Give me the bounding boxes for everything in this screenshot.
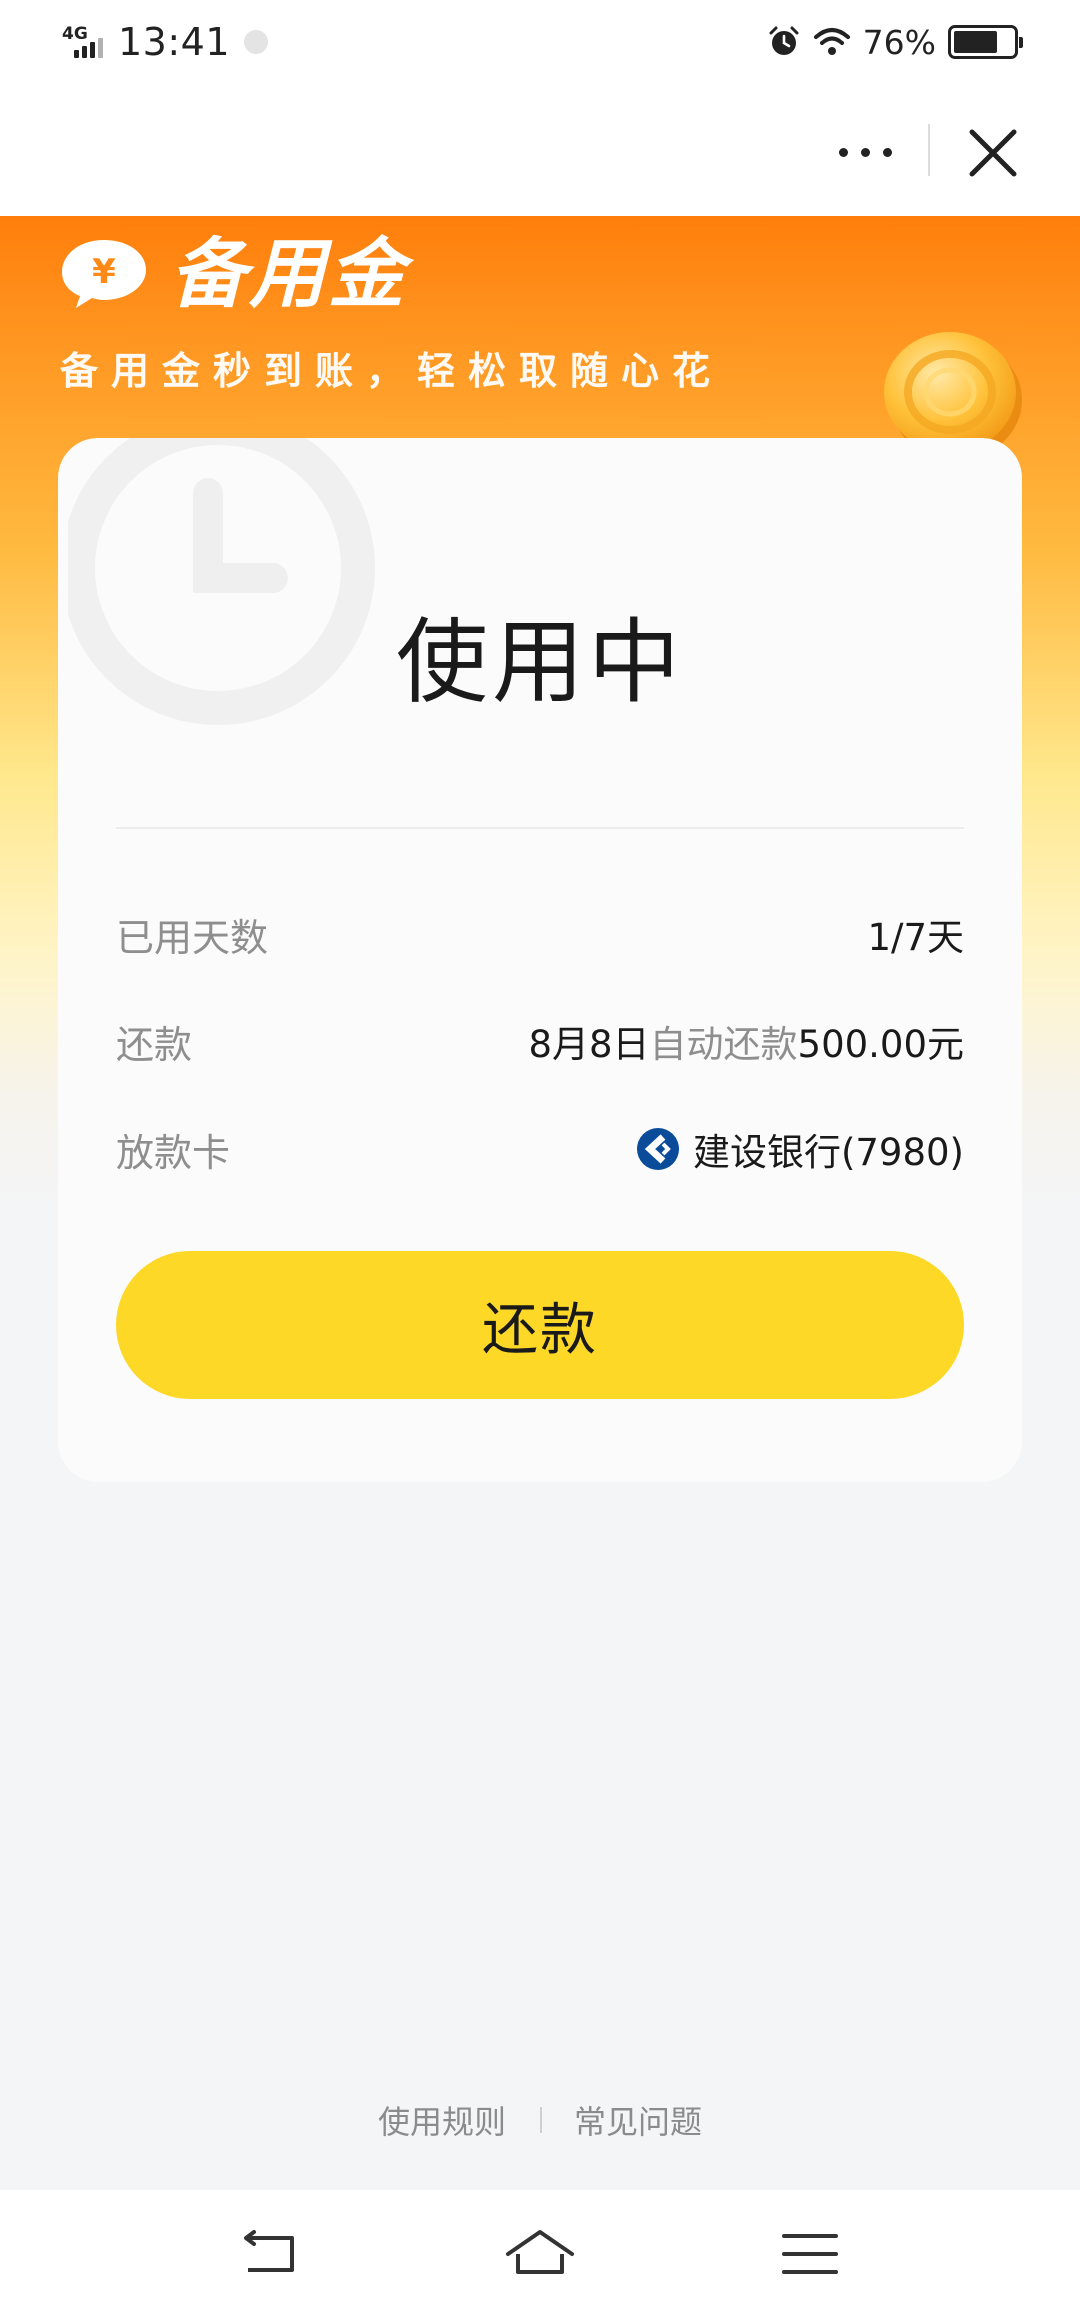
bank-card-name: 建设银行(7980): [692, 1131, 964, 1174]
close-icon[interactable]: [958, 118, 1028, 188]
card-divider: [116, 827, 964, 829]
status-bar-right: 76%: [767, 18, 1023, 66]
hero-slogan: 备用金秒到账，轻松取随心花: [60, 349, 724, 393]
more-dots-icon[interactable]: [825, 122, 905, 182]
notification-dot-icon: [244, 30, 269, 54]
used-days-row: 已用天数 1/7天: [116, 904, 964, 964]
alarm-icon: [769, 26, 799, 55]
brand-logo: ¥ 备用金: [58, 236, 407, 312]
repayment-label: 还款: [116, 1022, 193, 1067]
repay-button[interactable]: 还款: [116, 1251, 964, 1399]
repayment-amount: 500.00元: [797, 1023, 964, 1066]
home-icon[interactable]: [500, 2222, 580, 2286]
system-nav-bar: [0, 2190, 1080, 2316]
payout-card-label: 放款卡: [116, 1130, 231, 1175]
brand-title: 备用金: [170, 229, 407, 318]
status-bar: 4G 13:41 76%: [0, 0, 1080, 82]
footer-links: 使用规则 常见问题: [0, 2090, 1080, 2150]
footer-separator: [540, 2107, 542, 2133]
nav-divider: [928, 124, 930, 176]
battery-percent: 76%: [862, 22, 936, 62]
wifi-icon: [813, 28, 850, 55]
battery-icon: [948, 25, 1023, 59]
repayment-value: 8月8日 自动还款 500.00元: [528, 1014, 964, 1068]
payout-card-row: 放款卡 建设银行(7980): [116, 1119, 964, 1179]
status-time: 13:41: [118, 20, 231, 64]
status-bar-left: 4G 13:41: [62, 18, 269, 66]
faq-link[interactable]: 常见问题: [574, 2097, 702, 2143]
loan-status-title: 使用中: [395, 609, 684, 716]
auto-repay-text: 自动还款: [649, 1023, 798, 1066]
used-days-label: 已用天数: [116, 915, 269, 960]
repayment-date: 8月8日: [528, 1023, 650, 1066]
status-card: 使用中 已用天数 1/7天 还款 8月8日 自动还款 500.00元 放款卡 建…: [58, 438, 1022, 1482]
yen-badge-icon: ¥: [62, 240, 146, 308]
menu-icon[interactable]: [770, 2222, 850, 2286]
payout-card-value: 建设银行(7980): [635, 1122, 964, 1176]
ccb-bank-icon: [636, 1128, 679, 1170]
repayment-row: 还款 8月8日 自动还款 500.00元: [116, 1011, 964, 1071]
signal-icon: 4G: [62, 22, 108, 62]
usage-rules-link[interactable]: 使用规则: [378, 2097, 506, 2143]
logo-yen-symbol: ¥: [92, 252, 116, 292]
nav-bar: [0, 82, 1080, 216]
back-icon[interactable]: [230, 2222, 310, 2286]
used-days-value: 1/7天: [867, 916, 964, 959]
